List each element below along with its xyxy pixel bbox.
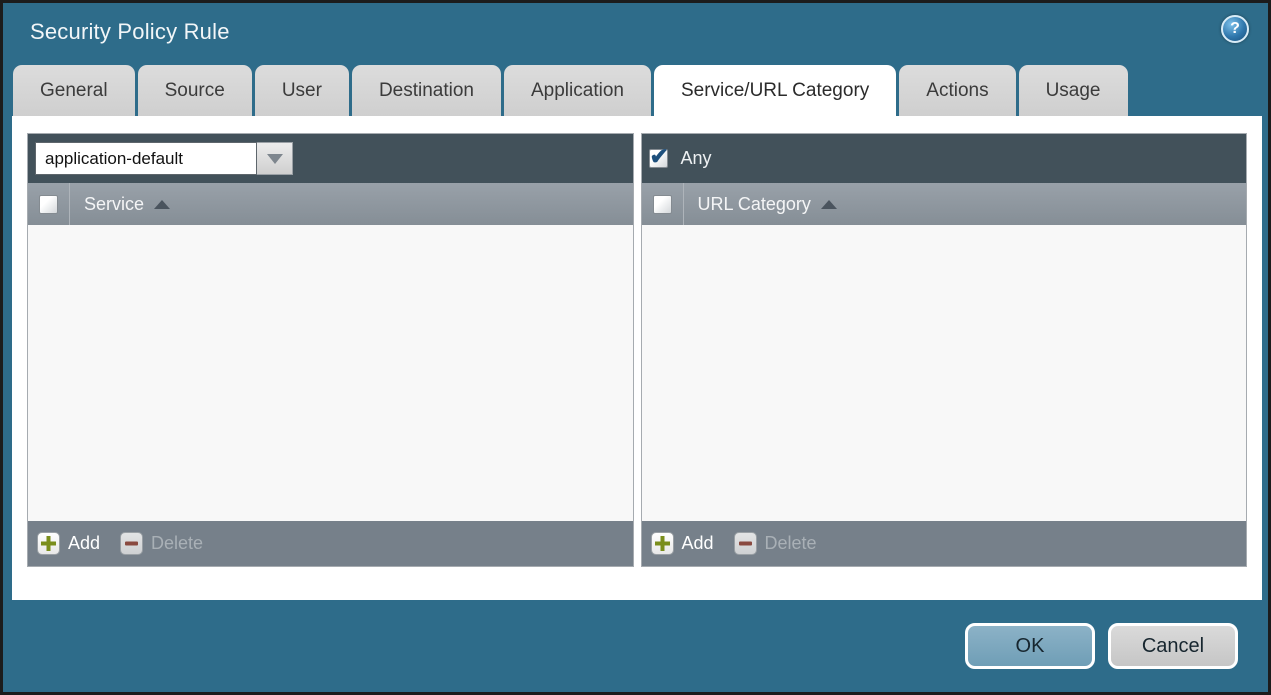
add-icon (37, 532, 60, 555)
cancel-button[interactable]: Cancel (1108, 623, 1238, 669)
service-add-label: Add (68, 533, 101, 553)
tab-application[interactable]: Application (504, 65, 651, 116)
url-category-delete-button[interactable]: Delete (733, 532, 817, 555)
url-category-panel: Any URL Category Add (640, 133, 1247, 567)
url-category-panel-footer: Add Delete (641, 521, 1246, 566)
service-select-all-checkbox[interactable] (39, 194, 58, 214)
help-icon[interactable]: ? (1221, 15, 1249, 43)
url-category-list (641, 225, 1246, 521)
service-add-button[interactable]: Add (37, 532, 100, 555)
sort-ascending-icon (820, 199, 837, 209)
url-category-select-all-cell (642, 183, 684, 225)
url-category-add-label: Add (681, 533, 714, 553)
tab-actions[interactable]: Actions (899, 65, 1016, 116)
url-category-panel-header: Any (641, 134, 1246, 183)
tab-user[interactable]: User (254, 65, 349, 116)
security-policy-rule-dialog: Security Policy Rule ? General Source Us… (0, 0, 1271, 695)
dialog-title: Security Policy Rule (30, 19, 230, 44)
tab-usage[interactable]: Usage (1018, 65, 1128, 116)
url-category-add-button[interactable]: Add (650, 532, 714, 555)
service-panel: application-default Service Add Delete (27, 133, 634, 567)
tab-destination[interactable]: Destination (351, 65, 501, 116)
service-panel-header: application-default (28, 134, 633, 183)
service-column-label: Service (84, 193, 145, 214)
service-list (28, 225, 633, 521)
dialog-actions: OK Cancel (965, 623, 1238, 669)
service-type-select-value: application-default (35, 142, 257, 175)
tab-general[interactable]: General (13, 65, 135, 116)
tab-service-url-category[interactable]: Service/URL Category (653, 65, 897, 116)
tab-content: application-default Service Add Delete ✔… (12, 116, 1262, 600)
add-icon (650, 532, 674, 555)
url-category-select-all-checkbox[interactable] (652, 194, 672, 214)
url-category-column-label: URL Category (697, 193, 811, 214)
url-category-delete-label: Delete (764, 533, 817, 553)
any-checkbox[interactable] (648, 143, 669, 170)
any-label: Any (680, 148, 712, 168)
ok-button[interactable]: OK (965, 623, 1095, 669)
url-category-column-header[interactable]: URL Category (641, 183, 1246, 225)
tab-strip: General Source User Destination Applicat… (13, 65, 1258, 116)
service-column-header[interactable]: Service (28, 183, 633, 225)
service-type-select[interactable]: application-default (35, 142, 293, 175)
service-delete-button[interactable]: Delete (120, 532, 203, 555)
chevron-down-icon[interactable] (257, 142, 293, 175)
dropdown-arrow-icon (266, 153, 283, 164)
sort-ascending-icon (154, 199, 171, 209)
delete-icon (120, 532, 144, 555)
dialog-titlebar: Security Policy Rule ? (3, 3, 1268, 65)
service-panel-footer: Add Delete (28, 521, 633, 566)
service-delete-label: Delete (151, 533, 204, 553)
delete-icon (733, 532, 757, 555)
tab-source[interactable]: Source (137, 65, 252, 116)
service-select-all-cell (28, 183, 70, 225)
